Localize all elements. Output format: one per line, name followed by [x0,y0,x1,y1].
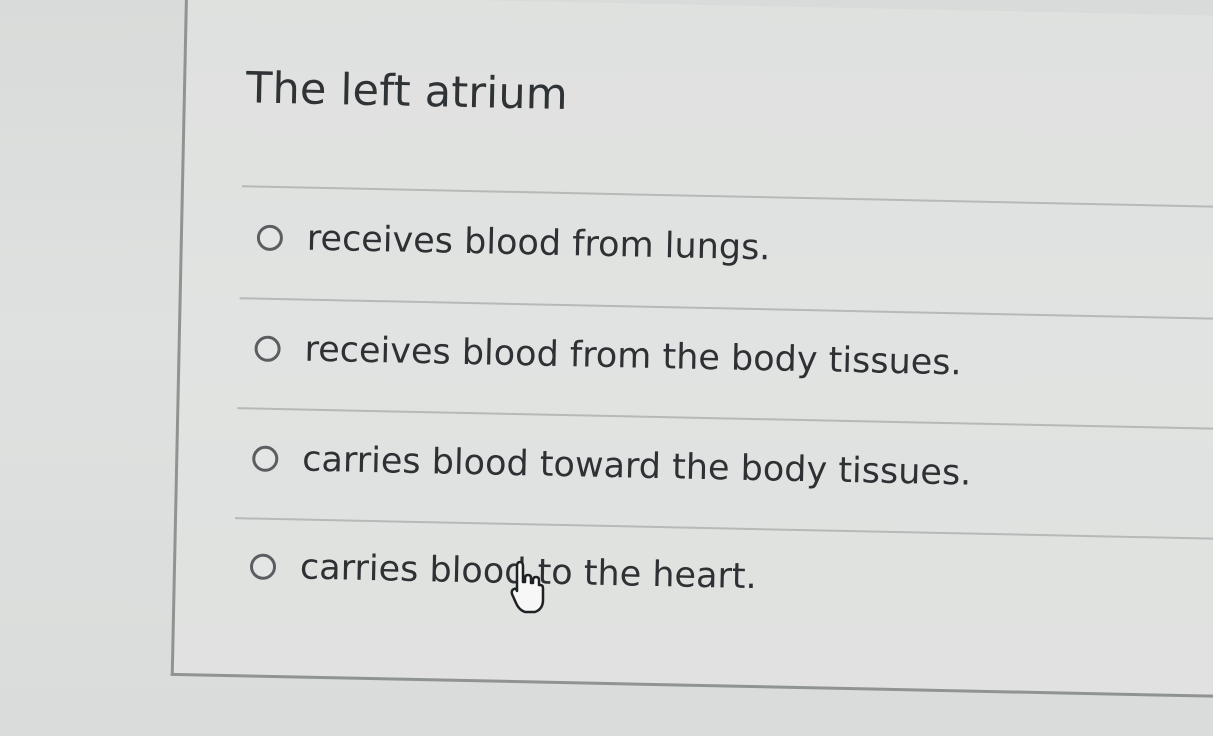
answer-option-1[interactable]: receives blood from lungs. [256,208,771,279]
question-card: The left atrium receives blood from lung… [170,0,1213,699]
answer-option-label: carries blood toward the body tissues. [301,439,972,494]
answer-option-label: carries blood to the heart. [299,547,758,598]
divider [241,185,1213,208]
radio-button[interactable] [256,224,284,252]
radio-button[interactable] [252,445,279,473]
divider [237,407,1213,430]
answer-option-4[interactable]: carries blood to the heart. [249,536,757,607]
radio-button[interactable] [254,335,281,363]
answer-option-2[interactable]: receives blood from the body tissues. [254,319,962,394]
radio-button[interactable] [249,553,277,581]
quiz-screen: The left atrium receives blood from lung… [0,0,1213,736]
answer-option-label: receives blood from the body tissues. [304,329,963,384]
question-title: The left atrium [245,63,569,121]
answer-option-3[interactable]: carries blood toward the body tissues. [252,429,972,504]
answer-option-label: receives blood from lungs. [306,218,771,269]
divider [235,517,1213,540]
divider [239,297,1213,320]
